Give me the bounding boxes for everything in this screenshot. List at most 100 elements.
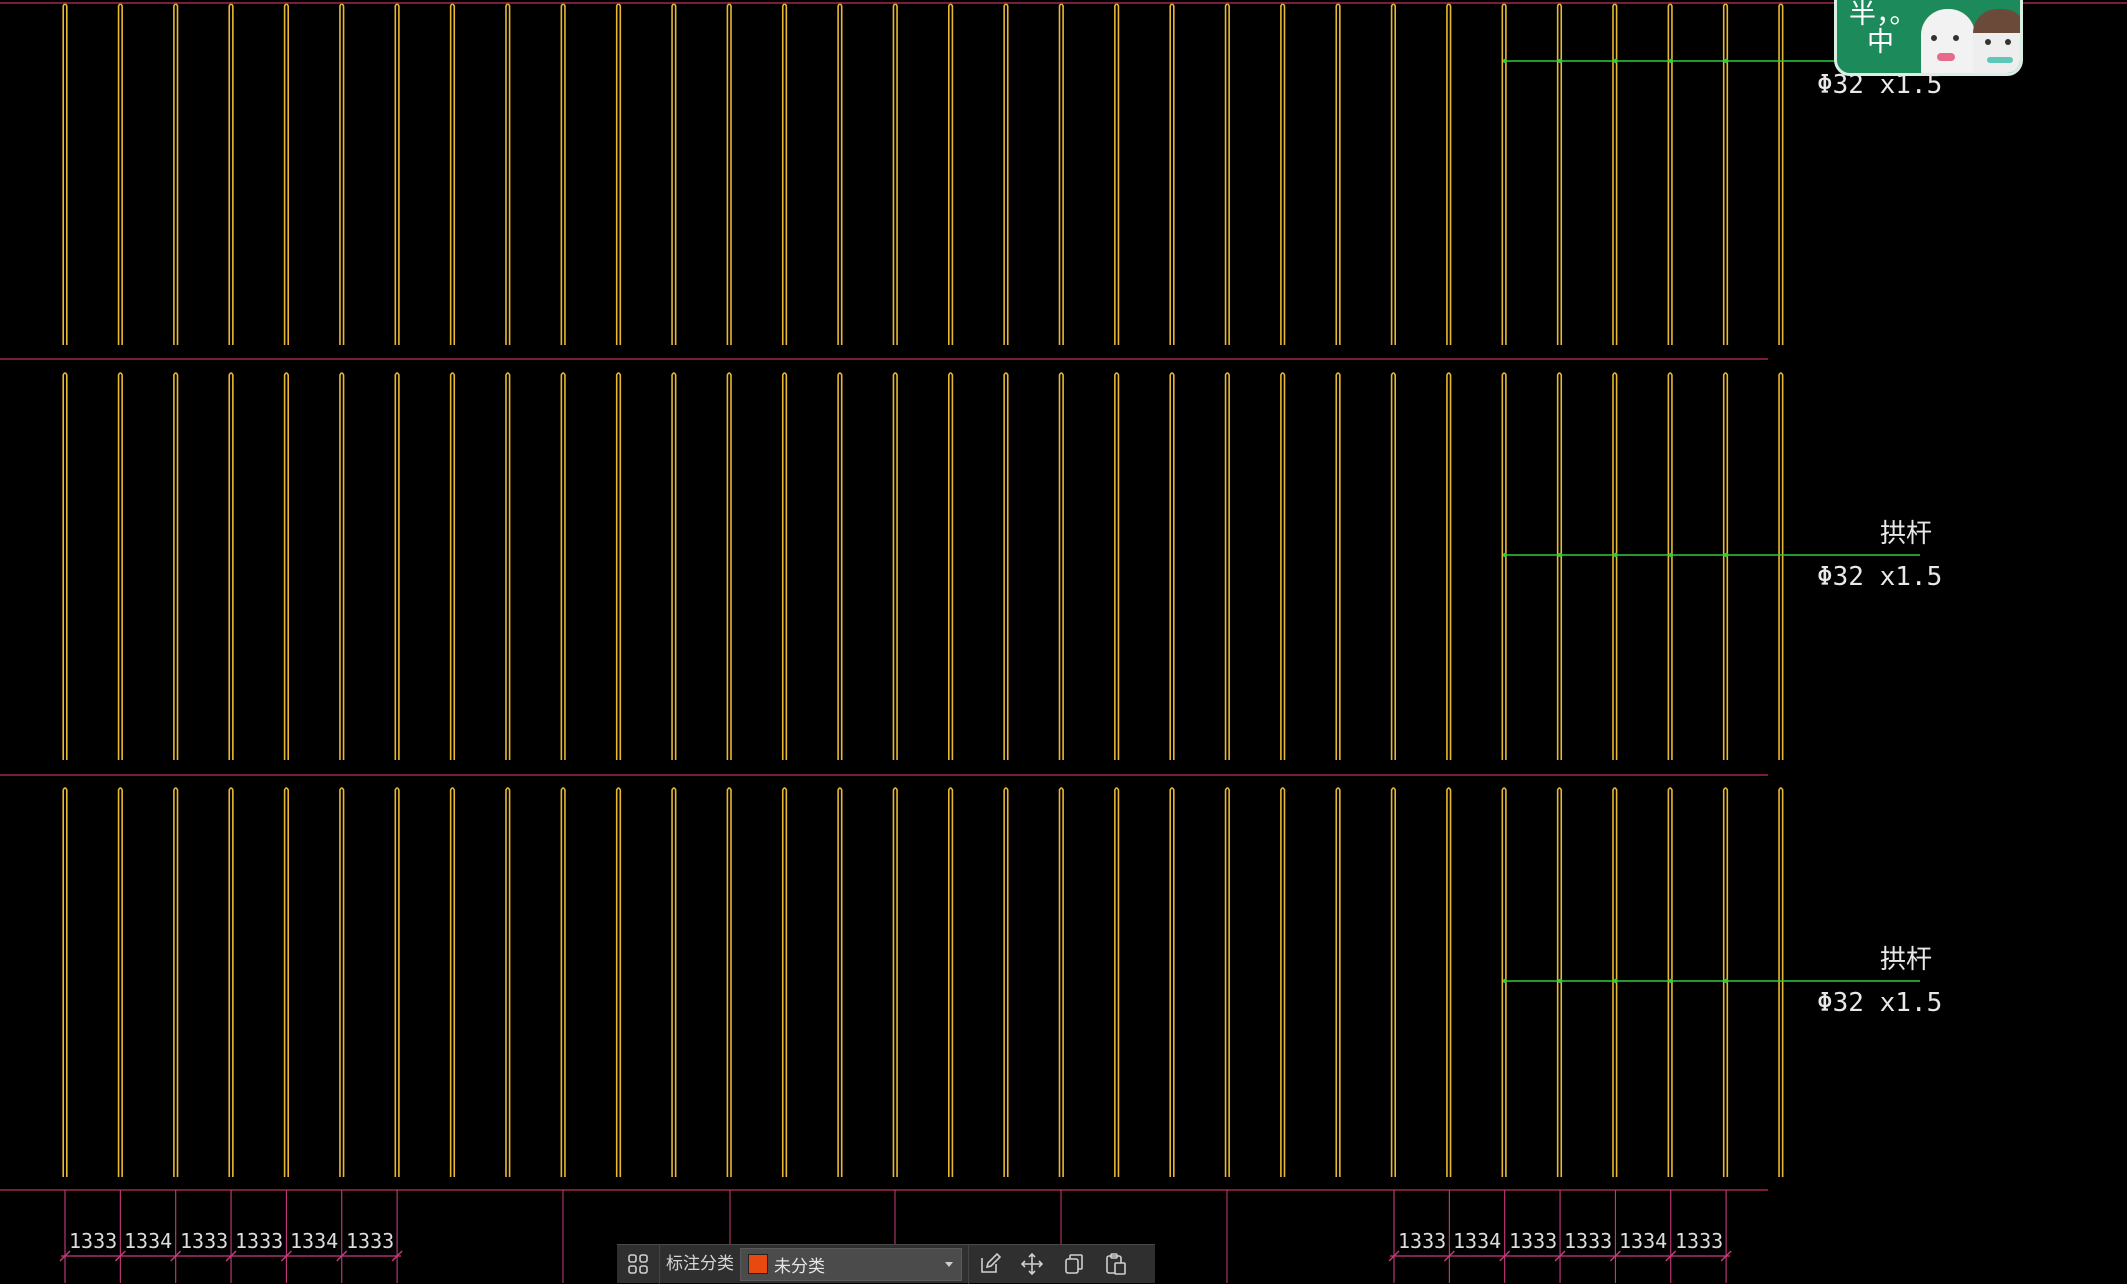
vertical-rod xyxy=(892,3,898,345)
vertical-rod xyxy=(781,787,788,1177)
cat-mascot-icon-2 xyxy=(1973,9,2020,73)
category-select[interactable]: 未分类 xyxy=(740,1247,962,1281)
vertical-rod xyxy=(1280,3,1286,345)
vertical-rod xyxy=(1501,372,1507,760)
dim-right-1: 1333 xyxy=(1398,1229,1446,1253)
arch-rod-node xyxy=(1502,58,1508,64)
vertical-rod xyxy=(173,787,179,1177)
arch-rod-node xyxy=(1613,978,1618,984)
vertical-rod xyxy=(892,787,898,1177)
vertical-rod xyxy=(1612,372,1618,760)
vertical-rod xyxy=(1722,372,1729,760)
vertical-rod xyxy=(505,787,511,1177)
arch-rod-node xyxy=(1502,552,1508,558)
vertical-rod xyxy=(394,372,400,760)
chevron-down-icon xyxy=(945,1261,953,1267)
arch-rods xyxy=(1502,58,1920,984)
cat-mascot-icon xyxy=(1921,9,1975,73)
vertical-rod xyxy=(1556,3,1563,345)
vertical-rod xyxy=(1058,3,1064,345)
vertical-rod xyxy=(671,787,677,1177)
dim-right-6: 1333 xyxy=(1675,1229,1723,1253)
vertical-rod xyxy=(1667,372,1673,760)
vertical-rod xyxy=(1058,787,1064,1177)
vertical-rod xyxy=(837,372,843,760)
vertical-rod xyxy=(1446,3,1452,345)
arch-rod-node xyxy=(1724,978,1729,984)
vertical-rod xyxy=(560,372,566,760)
vertical-rod xyxy=(505,3,511,345)
vertical-rod xyxy=(1390,3,1396,345)
vertical-rod xyxy=(228,3,234,345)
vertical-rod xyxy=(1003,372,1009,760)
cad-canvas[interactable]: Φ32 x1.5 拱杆 Φ32 x1.5 拱杆 Φ32 x1.5 1333 13… xyxy=(0,0,2127,1284)
arch-rod-node xyxy=(1613,552,1618,558)
dim-right-3: 1333 xyxy=(1509,1229,1557,1253)
vertical-rod xyxy=(1778,372,1784,760)
vertical-rod xyxy=(948,787,954,1177)
vertical-rod xyxy=(1335,787,1341,1177)
vertical-rod xyxy=(117,3,123,345)
vertical-rod xyxy=(1390,787,1396,1177)
vertical-rod xyxy=(283,372,289,760)
vertical-rod xyxy=(394,787,400,1177)
vertical-rod xyxy=(1667,3,1673,345)
vertical-rod xyxy=(1169,3,1175,345)
category-label: 标注分类 xyxy=(659,1244,740,1284)
vertical-rod xyxy=(1390,372,1396,760)
rod-name-label-3: 拱杆 xyxy=(1880,945,1932,975)
vertical-rod xyxy=(394,3,400,345)
rod-spec-label-2: Φ32 x1.5 xyxy=(1817,562,1942,592)
dim-right-5: 1334 xyxy=(1619,1229,1667,1253)
vertical-rod xyxy=(228,787,234,1177)
copy-icon[interactable] xyxy=(1053,1245,1095,1284)
category-color-swatch xyxy=(748,1254,768,1274)
cad-drawing[interactable]: Φ32 x1.5 拱杆 Φ32 x1.5 拱杆 Φ32 x1.5 1333 13… xyxy=(0,0,2127,1283)
vertical-rod xyxy=(1778,3,1784,345)
vertical-rod xyxy=(1556,372,1563,760)
arch-rod-node xyxy=(1558,978,1563,984)
edit-icon[interactable] xyxy=(969,1245,1011,1284)
vertical-rod xyxy=(505,372,511,760)
move-icon[interactable] xyxy=(1011,1245,1053,1284)
rod-spec-label-3: Φ32 x1.5 xyxy=(1817,988,1942,1018)
dim-left-3: 1333 xyxy=(180,1229,228,1253)
vertical-rod xyxy=(1612,3,1618,345)
vertical-rod xyxy=(339,372,345,760)
vertical-rod xyxy=(339,787,345,1177)
vertical-rod xyxy=(1224,3,1230,345)
vertical-rod xyxy=(283,3,289,345)
vertical-rod xyxy=(1280,787,1286,1177)
vertical-rod xyxy=(1335,3,1341,345)
vertical-rod xyxy=(671,372,677,760)
vertical-rod xyxy=(117,787,123,1177)
vertical-rod xyxy=(449,787,456,1177)
app-logo-badge: 半，。 中 xyxy=(1834,0,2023,76)
vertical-rod xyxy=(1224,372,1230,760)
grid-select-icon[interactable] xyxy=(617,1245,659,1284)
vertical-rod xyxy=(1169,787,1175,1177)
arch-rod-node xyxy=(1668,552,1674,558)
vertical-rod xyxy=(283,787,289,1177)
vertical-rod xyxy=(726,787,732,1177)
vertical-rod xyxy=(1778,787,1784,1177)
vertical-rod xyxy=(671,3,677,345)
vertical-rod xyxy=(62,372,68,760)
vertical-rod xyxy=(1058,372,1064,760)
vertical-rod xyxy=(1114,3,1120,345)
vertical-rod xyxy=(1446,787,1452,1177)
vertical-rod xyxy=(560,3,566,345)
dim-right-2: 1334 xyxy=(1453,1229,1501,1253)
arch-rod-node xyxy=(1613,58,1618,64)
vertical-rod xyxy=(1114,787,1120,1177)
dim-right-4: 1333 xyxy=(1564,1229,1612,1253)
vertical-rod xyxy=(1003,3,1009,345)
dim-left-1: 1333 xyxy=(69,1229,117,1253)
vertical-rod xyxy=(1446,372,1452,760)
dim-left-5: 1334 xyxy=(290,1229,338,1253)
vertical-rod xyxy=(449,3,456,345)
vertical-rod xyxy=(228,372,234,760)
vertical-rod xyxy=(615,787,622,1177)
paste-icon[interactable] xyxy=(1095,1245,1137,1284)
logo-text-line2: 中 xyxy=(1867,27,1894,58)
